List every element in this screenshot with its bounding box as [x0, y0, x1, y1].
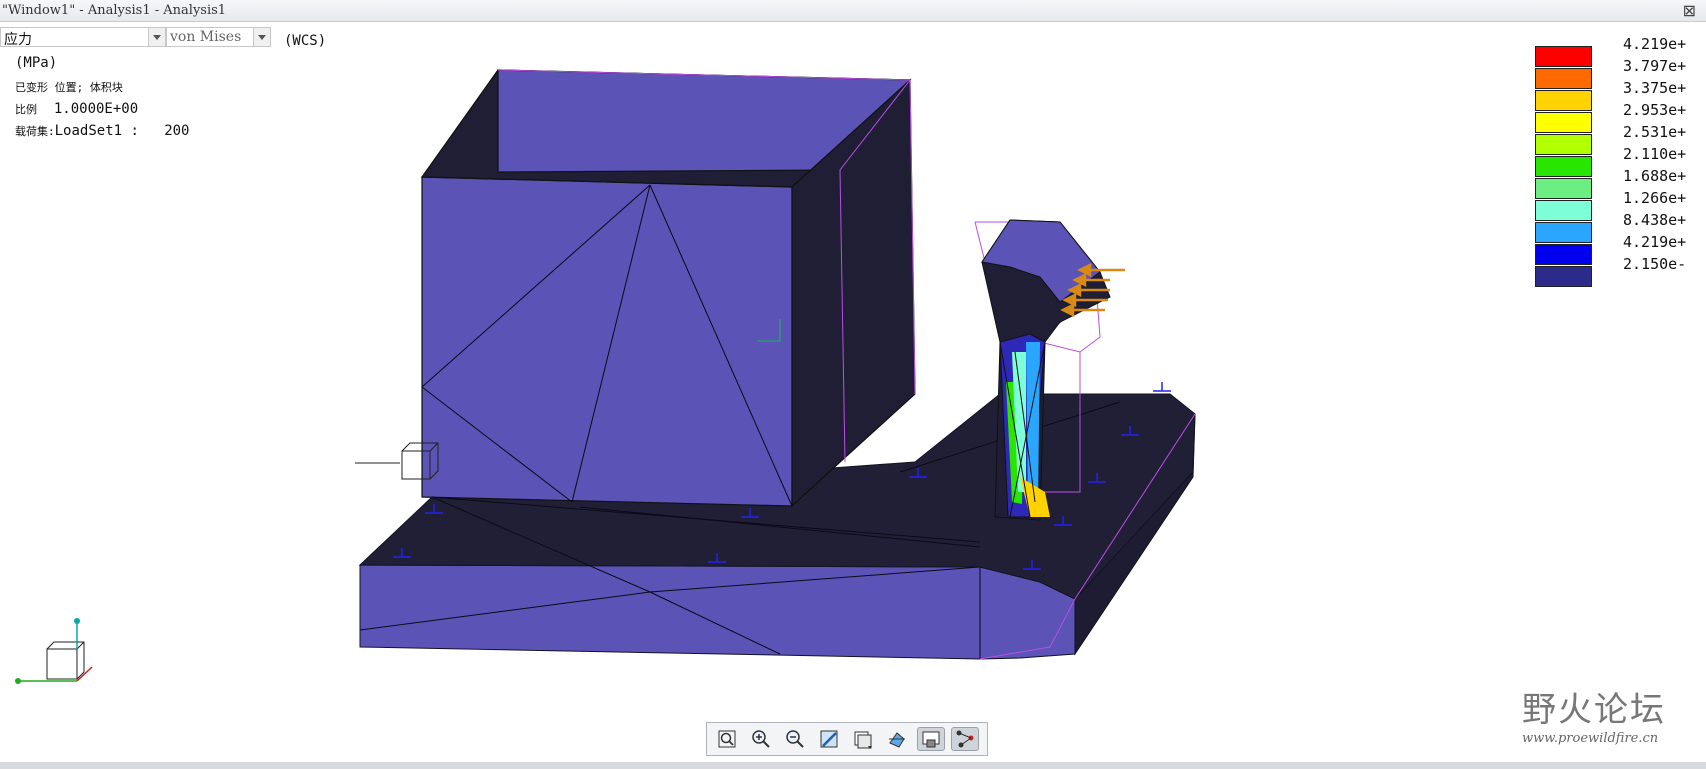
chevron-down-icon[interactable]	[148, 28, 165, 46]
watermark-url: www.proewildfire.cn	[1522, 731, 1659, 746]
legend-value: 1.688e+	[1623, 167, 1687, 185]
display-style-icon	[889, 732, 905, 748]
datum-display-button[interactable]	[917, 727, 945, 751]
refit-icon	[718, 730, 736, 748]
legend-swatch	[1535, 178, 1592, 199]
legend-swatch	[1535, 90, 1592, 111]
legend-swatch	[1535, 112, 1592, 133]
legend-value: 4.219e+	[1623, 35, 1687, 53]
display-style-button[interactable]	[883, 727, 911, 751]
result-component-value: von Mises	[170, 29, 242, 45]
graphics-viewport[interactable]	[0, 22, 1706, 762]
watermark-logo-text: 野火论坛	[1522, 690, 1666, 730]
legend-value: 1.266e+	[1623, 189, 1687, 207]
legend-value: 3.797e+	[1623, 57, 1687, 75]
deformed-info-line: 已变形 位置; 体积块	[15, 81, 123, 94]
legend-value: 8.438e+	[1623, 211, 1687, 229]
unit-label: (MPa)	[15, 55, 58, 71]
saved-views-icon	[854, 731, 872, 749]
chevron-down-icon[interactable]	[253, 28, 270, 46]
scale-label: 比例	[15, 103, 37, 116]
legend-value: 4.219e+	[1623, 233, 1687, 251]
csys-label: (WCS)	[284, 33, 327, 49]
result-quantity-value: 应力	[4, 32, 32, 48]
model-render	[15, 69, 1196, 684]
datum-display-icon	[922, 731, 940, 748]
spin-center-icon	[956, 730, 974, 748]
result-quantity-select[interactable]: 应力	[0, 27, 166, 48]
zoom-out-icon	[786, 730, 804, 748]
legend-swatch	[1535, 244, 1592, 265]
legend-value: 2.150e-	[1623, 255, 1687, 273]
repaint-button[interactable]	[815, 727, 843, 751]
view-toolbar	[706, 722, 988, 756]
zoom-out-button[interactable]	[781, 727, 809, 751]
status-strip	[0, 762, 1706, 769]
window-title: "Window1" - Analysis1 - Analysis1	[2, 3, 227, 18]
result-component-select[interactable]: von Mises	[166, 27, 271, 47]
zoom-in-button[interactable]	[747, 727, 775, 751]
legend-swatch	[1535, 222, 1592, 243]
scale-value: 1.0000E+00	[53, 101, 139, 117]
loadset-label: 载荷集:	[15, 125, 55, 138]
spin-center-button[interactable]	[951, 727, 979, 751]
scale-line: 比例 1.0000E+00	[15, 101, 138, 117]
legend-value: 3.375e+	[1623, 79, 1687, 97]
legend-value: 2.531e+	[1623, 123, 1687, 141]
legend-swatch	[1535, 266, 1592, 287]
repaint-icon	[820, 730, 838, 748]
loadset-value: LoadSet1 : 200	[54, 123, 190, 139]
window-titlebar: "Window1" - Analysis1 - Analysis1 ⊠	[0, 0, 1706, 22]
zoom-in-icon	[752, 730, 770, 748]
close-window-icon[interactable]: ⊠	[1683, 1, 1696, 20]
legend-swatch	[1535, 46, 1592, 67]
forum-watermark: 野火论坛 www.proewildfire.cn	[1522, 682, 1666, 746]
legend-swatch	[1535, 156, 1592, 177]
axis-triad	[15, 618, 93, 684]
legend-swatch	[1535, 200, 1592, 221]
legend-value: 2.110e+	[1623, 145, 1687, 163]
saved-views-button[interactable]	[849, 727, 877, 751]
loadset-line: 载荷集:LoadSet1 : 200	[15, 123, 189, 139]
legend-swatch	[1535, 68, 1592, 89]
refit-button[interactable]	[713, 727, 741, 751]
legend-value: 2.953e+	[1623, 101, 1687, 119]
legend-swatch	[1535, 134, 1592, 155]
